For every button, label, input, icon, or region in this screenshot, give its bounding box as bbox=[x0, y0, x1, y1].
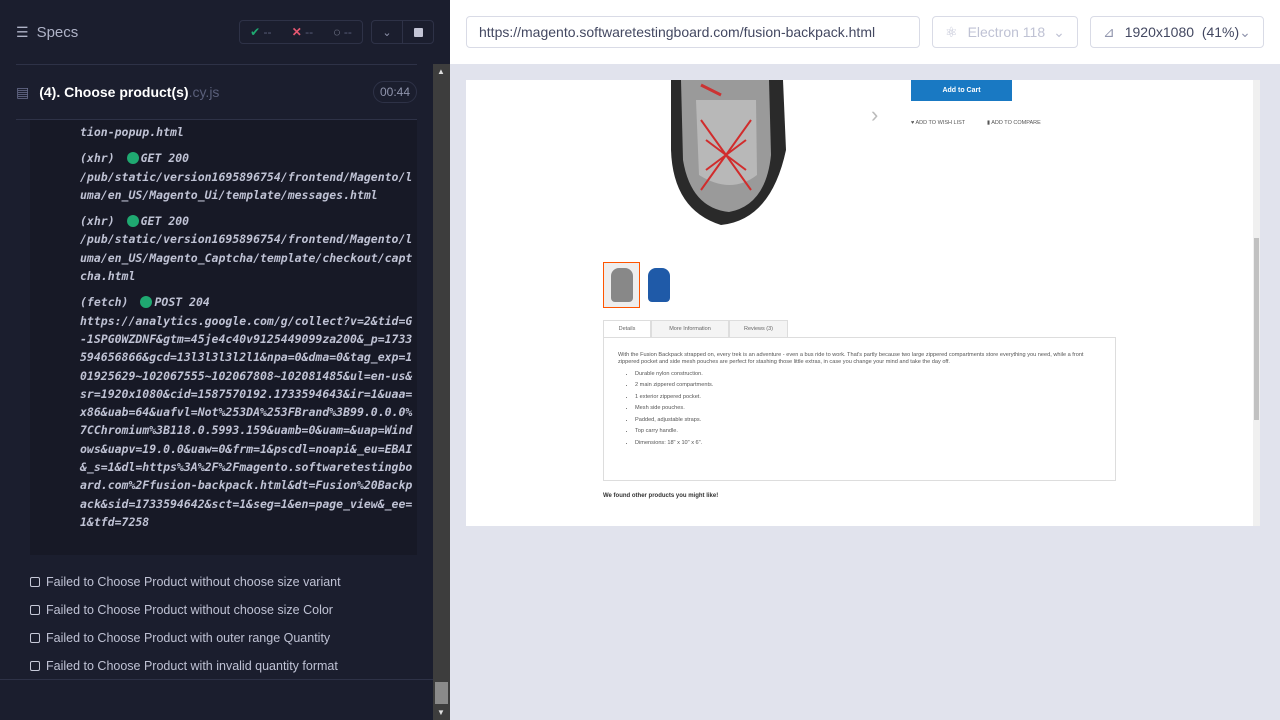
failed-count: -- bbox=[305, 25, 314, 39]
checkbox-icon bbox=[30, 605, 40, 615]
feature-list: Durable nylon construction. 2 main zippe… bbox=[618, 371, 1101, 447]
electron-icon: ⚛ bbox=[945, 23, 958, 40]
feature-item: Top carry handle. bbox=[635, 428, 1101, 435]
status-dot-icon bbox=[126, 152, 139, 165]
specs-toggle[interactable]: ☰ Specs bbox=[16, 24, 78, 41]
chevron-down-icon: ⌄ bbox=[1053, 23, 1065, 40]
specs-label: Specs bbox=[36, 24, 79, 41]
tab-reviews[interactable]: Reviews (3) bbox=[729, 320, 788, 338]
chevron-down-icon: ⌄ bbox=[1239, 23, 1251, 40]
log-entry[interactable]: (xhr) GET 200/pub/static/version169589675… bbox=[30, 212, 417, 285]
spec-title: (4). Choose product(s).cy.js bbox=[39, 84, 220, 100]
test-item[interactable]: Failed to Choose Product with invalid qu… bbox=[30, 652, 341, 680]
product-description: With the Fusion Backpack strapped on, ev… bbox=[603, 337, 1116, 481]
x-icon: ✕ bbox=[291, 25, 302, 39]
file-icon: ▤ bbox=[16, 83, 30, 100]
description-text: With the Fusion Backpack strapped on, ev… bbox=[618, 352, 1084, 365]
reporter-header: ☰ Specs ✔ -- ✕ -- ◌ -- ⌄ bbox=[0, 0, 450, 64]
pending-count: -- bbox=[343, 25, 352, 39]
stop-icon bbox=[413, 27, 423, 37]
status-dot-icon bbox=[126, 215, 139, 228]
tab-details[interactable]: Details bbox=[603, 320, 651, 338]
feature-item: Padded, adjustable straps. bbox=[635, 417, 1101, 424]
checkbox-icon bbox=[30, 633, 40, 643]
spec-header: ▤ (4). Choose product(s).cy.js 00:44 bbox=[16, 64, 417, 120]
feature-item: 1 exterior zippered pocket. bbox=[635, 394, 1101, 401]
add-to-wishlist-link[interactable]: ♥ ADD TO WISH LIST bbox=[911, 120, 965, 126]
command-log-panel: ☰ Specs ✔ -- ✕ -- ◌ -- ⌄ ▤ (4). Choose pr… bbox=[0, 0, 450, 720]
product-tabs: Details More Information Reviews (3) bbox=[603, 320, 788, 338]
test-item[interactable]: Failed to Choose Product without choose … bbox=[30, 596, 341, 624]
stop-button[interactable] bbox=[402, 21, 433, 43]
log-entry[interactable]: tion-popup.html bbox=[30, 123, 417, 141]
specs-list-icon: ☰ bbox=[16, 24, 29, 40]
collapse-button[interactable]: ⌄ bbox=[372, 21, 402, 43]
chevron-down-icon: ⌄ bbox=[382, 26, 392, 39]
related-heading: We found other products you might like! bbox=[603, 493, 719, 499]
run-controls: ⌄ bbox=[371, 20, 434, 44]
feature-item: Mesh side pouches. bbox=[635, 405, 1101, 412]
tab-more-information[interactable]: More Information bbox=[651, 320, 729, 338]
log-entry[interactable]: (fetch) POST 204 https://analytics.google.… bbox=[30, 293, 417, 531]
browser-selector[interactable]: ⚛ Electron 118 ⌄ bbox=[932, 16, 1078, 48]
feature-item: Dimensions: 18" x 10" x 6". bbox=[635, 440, 1101, 447]
aut-scrollbar[interactable] bbox=[1253, 80, 1260, 526]
status-dot-icon bbox=[140, 296, 153, 309]
test-item[interactable]: Failed to Choose Product with outer rang… bbox=[30, 624, 341, 652]
browser-toolbar: https://magento.softwaretestingboard.com… bbox=[450, 0, 1280, 64]
pending-icon: ◌ bbox=[333, 25, 341, 39]
test-item[interactable]: Failed to Choose Product without choose … bbox=[30, 568, 341, 596]
next-image-icon[interactable]: › bbox=[871, 102, 878, 128]
checkbox-icon bbox=[30, 577, 40, 587]
log-entry[interactable]: (xhr) GET 200/pub/static/version169589675… bbox=[30, 149, 417, 204]
url-field[interactable]: https://magento.softwaretestingboard.com… bbox=[466, 16, 920, 48]
command-log[interactable]: tion-popup.html (xhr) GET 200/pub/static/… bbox=[30, 120, 417, 555]
thumbnail-blue[interactable] bbox=[645, 266, 673, 304]
ruler-icon: ⊿ bbox=[1103, 23, 1115, 40]
divider bbox=[0, 679, 433, 680]
test-stats: ✔ -- ✕ -- ◌ -- bbox=[239, 20, 363, 44]
checkbox-icon bbox=[30, 661, 40, 671]
passed-count: -- bbox=[263, 25, 272, 39]
add-to-cart-button[interactable]: Add to Cart bbox=[911, 80, 1012, 101]
log-scrollbar[interactable]: ▲ ▼ bbox=[433, 64, 450, 720]
thumbnail-gray[interactable] bbox=[603, 262, 640, 308]
add-to-compare-link[interactable]: ▮ ADD TO COMPARE bbox=[987, 120, 1041, 126]
feature-item: 2 main zippered compartments. bbox=[635, 382, 1101, 389]
test-list: Failed to Choose Product without choose … bbox=[30, 568, 341, 680]
feature-item: Durable nylon construction. bbox=[635, 371, 1101, 378]
spec-duration: 00:44 bbox=[372, 81, 417, 103]
viewport-selector[interactable]: ⊿ 1920x1080 (41%) ⌄ bbox=[1090, 16, 1264, 48]
check-icon: ✔ bbox=[250, 25, 261, 39]
app-under-test: › Add to Cart ♥ ADD TO WISH LIST ▮ ADD T… bbox=[466, 80, 1260, 526]
backpack-image bbox=[671, 80, 786, 225]
